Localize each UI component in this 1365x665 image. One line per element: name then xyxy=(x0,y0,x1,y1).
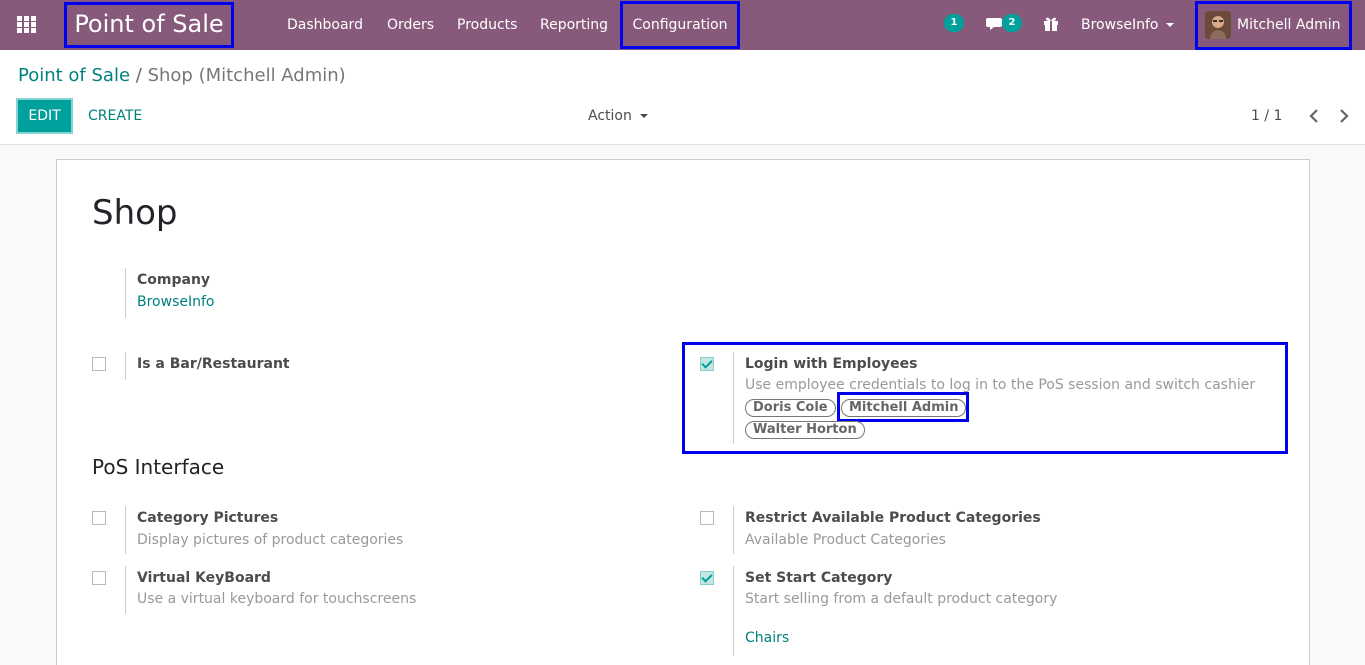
breadcrumb-parent[interactable]: Point of Sale xyxy=(18,65,130,86)
category-pictures-field: Category Pictures Display pictures of pr… xyxy=(125,506,625,554)
company-field: Company BrowseInfo xyxy=(125,268,625,318)
is-bar-checkbox[interactable] xyxy=(92,357,106,371)
menu-reporting[interactable]: Reporting xyxy=(540,0,608,50)
avatar xyxy=(1205,11,1231,39)
messages-badge[interactable]: 2 xyxy=(1002,14,1022,32)
record-name[interactable]: Shop xyxy=(92,193,178,233)
company-value[interactable]: BrowseInfo xyxy=(137,294,214,310)
company-name: BrowseInfo xyxy=(1081,17,1159,33)
menu-products[interactable]: Products xyxy=(457,0,517,50)
breadcrumb-current: Shop (Mitchell Admin) xyxy=(147,65,346,86)
create-button[interactable]: CREATE xyxy=(88,98,142,134)
activity-badge[interactable]: 1 xyxy=(944,14,964,32)
is-bar-label: Is a Bar/Restaurant xyxy=(137,356,290,372)
restrict-categories-checkbox[interactable] xyxy=(700,511,714,525)
app-brand[interactable]: Point of Sale xyxy=(64,2,234,48)
menu-orders[interactable]: Orders xyxy=(387,0,434,50)
field-divider xyxy=(733,506,734,554)
employee-tag[interactable]: Walter Horton xyxy=(745,421,865,439)
pager-next-icon[interactable] xyxy=(1337,108,1351,124)
field-divider xyxy=(733,352,734,444)
action-label: Action xyxy=(588,108,632,124)
section-title: PoS Interface xyxy=(92,455,225,479)
apps-menu-icon[interactable] xyxy=(17,16,37,34)
restrict-categories-field: Restrict Available Product Categories Av… xyxy=(733,506,1283,554)
control-panel: Point of Sale / Shop (Mitchell Admin) ED… xyxy=(0,50,1365,145)
category-pictures-help: Display pictures of product categories xyxy=(137,532,404,548)
menu-configuration[interactable]: Configuration xyxy=(620,1,740,49)
chevron-down-icon xyxy=(639,114,648,118)
breadcrumb: Point of Sale / Shop (Mitchell Admin) xyxy=(18,65,346,86)
field-divider xyxy=(125,268,126,318)
chevron-down-icon xyxy=(1166,23,1175,27)
category-pictures-checkbox[interactable] xyxy=(92,511,106,525)
pager-previous-icon[interactable] xyxy=(1307,108,1321,124)
employee-tag[interactable]: Mitchell Admin xyxy=(841,399,967,417)
virtual-keyboard-help: Use a virtual keyboard for touchscreens xyxy=(137,591,417,607)
pager-value: 1 / 1 xyxy=(1251,108,1283,124)
gift-icon[interactable] xyxy=(1043,16,1059,32)
virtual-keyboard-field: Virtual KeyBoard Use a virtual keyboard … xyxy=(125,566,625,614)
login-employees-help: Use employee credentials to log in to th… xyxy=(745,377,1256,393)
login-employees-field: Login with Employees Use employee creden… xyxy=(733,352,1283,444)
category-pictures-label: Category Pictures xyxy=(137,510,279,526)
field-divider xyxy=(125,566,126,614)
virtual-keyboard-label: Virtual KeyBoard xyxy=(137,570,271,586)
start-category-help: Start selling from a default product cat… xyxy=(745,591,1058,607)
start-category-field: Set Start Category Start selling from a … xyxy=(733,566,1283,656)
restrict-categories-label: Restrict Available Product Categories xyxy=(745,510,1041,526)
user-name: Mitchell Admin xyxy=(1237,17,1341,33)
edit-button[interactable]: EDIT xyxy=(16,98,73,134)
top-navbar: Point of Sale Dashboard Orders Products … xyxy=(0,0,1365,50)
form-sheet: Shop Company BrowseInfo Is a Bar/Restaur… xyxy=(56,159,1310,665)
start-category-checkbox[interactable] xyxy=(700,571,714,585)
field-divider xyxy=(733,566,734,656)
start-category-label: Set Start Category xyxy=(745,570,893,586)
breadcrumb-separator: / xyxy=(135,65,142,86)
login-employees-label: Login with Employees xyxy=(745,356,918,372)
user-menu[interactable]: Mitchell Admin xyxy=(1195,1,1352,50)
menu-dashboard[interactable]: Dashboard xyxy=(287,0,363,50)
action-dropdown[interactable]: Action xyxy=(588,98,648,134)
company-switcher[interactable]: BrowseInfo xyxy=(1081,0,1175,50)
restrict-categories-help: Available Product Categories xyxy=(745,532,946,548)
field-divider xyxy=(125,352,126,380)
login-employees-checkbox[interactable] xyxy=(700,357,714,371)
employee-tag[interactable]: Doris Cole xyxy=(745,399,836,417)
start-category-value[interactable]: Chairs xyxy=(745,630,789,646)
field-divider xyxy=(125,506,126,554)
is-bar-field: Is a Bar/Restaurant xyxy=(125,352,625,380)
virtual-keyboard-checkbox[interactable] xyxy=(92,571,106,585)
company-label: Company xyxy=(137,272,211,288)
